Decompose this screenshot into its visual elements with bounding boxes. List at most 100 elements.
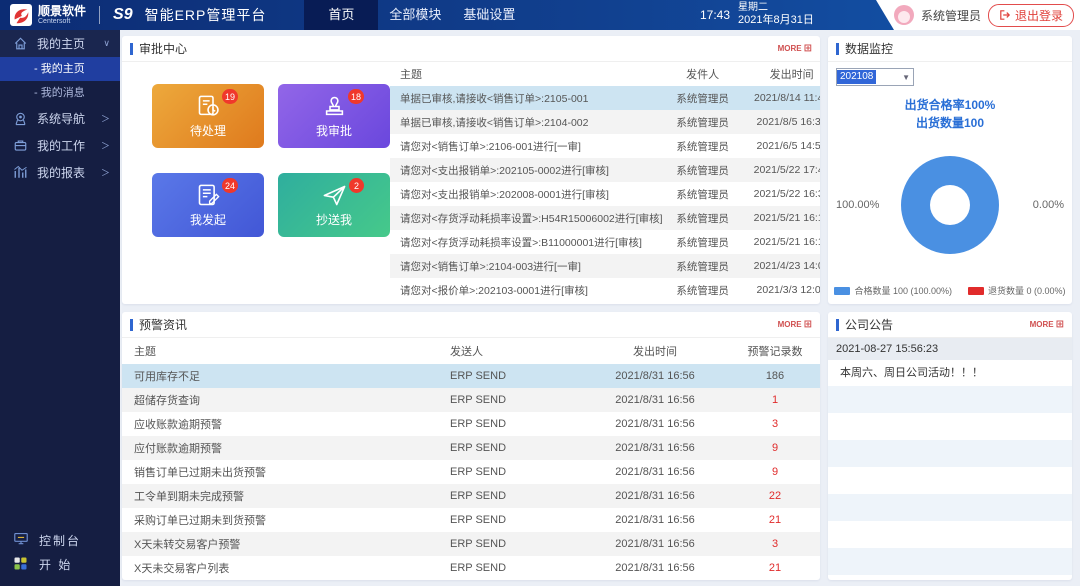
report-icon: [13, 165, 29, 181]
nav-tab-2[interactable]: 全部模块: [378, 0, 452, 30]
approval-center-panel: 审批中心 MORE ⊞ 待处理 19 我审批 18 我发起 24 抄送我 2 主题 发件人 发出…: [122, 36, 820, 304]
alert-row[interactable]: 应付账款逾期预警 ERP SEND 2021/8/31 16:56 9: [122, 436, 820, 460]
alert-count: 1: [771, 394, 779, 406]
col-time: 发出时间: [769, 69, 814, 81]
sidebar-subitem-2[interactable]: - 我的消息: [0, 81, 120, 105]
logo-cn-text: 顺景软件: [38, 4, 87, 18]
alert-time: 2021/8/31 16:56: [615, 514, 695, 526]
sidebar-item-label: 我的主页: [37, 37, 86, 51]
clock-text: 17:43: [700, 8, 731, 22]
monitor-panel-title: 数据监控: [845, 42, 894, 56]
alert-row[interactable]: X天未交易客户列表 ERP SEND 2021/8/31 16:56 21: [122, 556, 820, 580]
alert-count: 21: [768, 562, 782, 574]
alert-count: 9: [771, 442, 779, 454]
donut-ring[interactable]: [901, 156, 999, 254]
approval-row[interactable]: 请您对<报价单>:202103-0001进行[审核] 系统管理员 2021/3/3 …: [390, 278, 820, 302]
sidebar-item-1[interactable]: 我的主页 ∨: [0, 30, 120, 57]
alert-sender: ERP SEND: [450, 490, 507, 502]
notice-panel: 公司公告 MORE ⊞ 2021-08-27 15:56:23 本周六、周日公司活…: [828, 312, 1072, 580]
title-accent-bar: [130, 318, 133, 331]
home-icon: [13, 36, 29, 52]
donut-chart: 100.00% 0.00%: [828, 140, 1072, 270]
alert-subject: 采购订单已过期未到货预警: [134, 515, 266, 527]
notice-panel-title: 公司公告: [845, 318, 894, 332]
alert-count: 3: [771, 418, 779, 430]
legend-item-1[interactable]: 合格数量 100 (100.00%): [834, 284, 952, 297]
approval-row[interactable]: 请您对<销售订单>:2106-001进行[一审] 系统管理员 2021/6/5 14…: [390, 134, 820, 158]
approval-row[interactable]: 请您对<销售订单>:2104-003进行[一审] 系统管理员 2021/4/23 1…: [390, 254, 820, 278]
notice-more-button[interactable]: MORE ⊞: [1030, 319, 1064, 330]
alert-row[interactable]: X天未转交易客户预警 ERP SEND 2021/8/31 16:56 3: [122, 532, 820, 556]
sidebar-bottom-label: 控制台: [39, 533, 82, 548]
alert-sender: ERP SEND: [450, 562, 507, 574]
approval-more-button[interactable]: MORE ⊞: [778, 43, 812, 54]
period-select[interactable]: 202108 ▼: [836, 68, 914, 86]
logout-button[interactable]: 退出登录: [987, 3, 1074, 27]
alert-subject: X天未转交易客户预警: [134, 539, 241, 551]
approval-sender: 系统管理员: [676, 212, 729, 225]
more-plus-icon: ⊞: [803, 318, 812, 330]
approval-subject: 请您对<报价单>:202103-0001进行[审核]: [400, 284, 588, 297]
legend-item-2[interactable]: 退货数量 0 (0.00%): [968, 284, 1066, 297]
tile-4[interactable]: 抄送我 2: [278, 173, 390, 237]
user-avatar[interactable]: [893, 5, 914, 25]
approval-row[interactable]: 请您对<支出报销单>:202008-0001进行[审核] 系统管理员 2021/5/…: [390, 182, 820, 206]
alert-row[interactable]: 可用库存不足 ERP SEND 2021/8/31 16:56 186: [122, 364, 820, 388]
approval-subject: 请您对<支出报销单>:202008-0001进行[审核]: [400, 188, 609, 201]
alert-row[interactable]: 应收账款逾期预警 ERP SEND 2021/8/31 16:56 3: [122, 412, 820, 436]
work-icon: [13, 138, 29, 154]
sidebar-subitem-1[interactable]: - 我的主页: [0, 57, 120, 81]
start-icon: [13, 556, 29, 572]
sidebar-bottom-item-1[interactable]: 控制台: [0, 528, 120, 552]
approval-subject: 请您对<存货浮动耗损率设置>:H54R15006002进行[审核]: [400, 212, 663, 225]
sidebar-item-2[interactable]: 系统导航 ＞: [0, 105, 120, 132]
alerts-table: 主题 发送人 发出时间 预警记录数 可用库存不足 ERP SEND 2021/8/3…: [122, 338, 820, 580]
nav-tab-1[interactable]: 首页: [304, 0, 379, 30]
sidebar-item-4[interactable]: 我的报表 ＞: [0, 159, 120, 186]
approval-row[interactable]: 单据已审核,请接收<销售订单>:2105-001 系统管理员 2021/8/14 1…: [390, 86, 820, 110]
sidebar-item-3[interactable]: 我的工作 ＞: [0, 132, 120, 159]
alert-count: 3: [771, 538, 779, 550]
approval-row[interactable]: 请您对<存货浮动耗损率设置>:H54R15006002进行[审核] 系统管理员 20…: [390, 206, 820, 230]
approval-table: 主题 发件人 发出时间 单据已审核,请接收<销售订单>:2105-001 系统管理…: [390, 62, 820, 304]
sidebar-bottom-item-2[interactable]: 开 始: [0, 552, 120, 576]
alert-time: 2021/8/31 16:56: [615, 394, 695, 406]
s9-logo: S9: [113, 6, 133, 23]
chevron-right-icon: ＞: [100, 168, 110, 178]
notice-empty-row: [828, 521, 1072, 548]
notice-content[interactable]: 本周六、周日公司活动！！！: [828, 360, 1072, 386]
centersoft-logo-icon: [10, 4, 32, 26]
logout-icon: [1000, 10, 1011, 20]
tile-1[interactable]: 待处理 19: [152, 84, 264, 148]
alert-sender: ERP SEND: [450, 442, 507, 454]
alerts-more-button[interactable]: MORE ⊞: [778, 318, 812, 330]
approval-subject: 单据已审核,请接收<销售订单>:2104-002: [400, 116, 589, 129]
legend-swatch: [834, 286, 851, 295]
approval-time: 2021/5/22 17:41: [753, 164, 820, 176]
ship-qty-text: 出货数量100: [915, 116, 985, 130]
tile-2[interactable]: 我审批 18: [278, 84, 390, 148]
sidebar-item-label: 我的工作: [37, 139, 86, 153]
alert-time: 2021/8/31 16:56: [615, 442, 695, 454]
approval-subject: 单据已审核,请接收<销售订单>:2105-001: [400, 92, 589, 105]
count-badge: 24: [221, 178, 238, 193]
tile-3[interactable]: 我发起 24: [152, 173, 264, 237]
approval-row[interactable]: 请您对<存货浮动耗损率设置>:B11000001进行[审核] 系统管理员 2021/…: [390, 230, 820, 254]
title-accent-bar: [836, 42, 839, 55]
approval-time: 2021/8/14 11:45: [754, 92, 820, 104]
alert-row[interactable]: 超储存货查询 ERP SEND 2021/8/31 16:56 1: [122, 388, 820, 412]
notice-empty-row: [828, 467, 1072, 494]
alert-row[interactable]: 采购订单已过期未到货预警 ERP SEND 2021/8/31 16:56 21: [122, 508, 820, 532]
alert-sender: ERP SEND: [450, 370, 507, 382]
approval-sender: 系统管理员: [676, 92, 729, 105]
pass-rate-text: 出货合格率100%: [904, 98, 996, 112]
approve-icon: [321, 93, 348, 119]
approval-time: 2021/5/22 16:39: [753, 188, 820, 200]
tile-label: 我发起: [189, 213, 226, 227]
alert-row[interactable]: 销售订单已过期未出货预警 ERP SEND 2021/8/31 16:56 9: [122, 460, 820, 484]
approval-row[interactable]: 请您对<支出报销单>:202105-0002进行[审核] 系统管理员 2021/5/…: [390, 158, 820, 182]
alert-row[interactable]: 工令单到期未完成预警 ERP SEND 2021/8/31 16:56 22: [122, 484, 820, 508]
approval-row[interactable]: 单据已审核,请接收<销售订单>:2104-002 系统管理员 2021/8/5 16…: [390, 110, 820, 134]
approval-subject: 请您对<销售订单>:2106-001进行[一审]: [400, 140, 581, 153]
nav-tab-3[interactable]: 基础设置: [452, 0, 526, 30]
